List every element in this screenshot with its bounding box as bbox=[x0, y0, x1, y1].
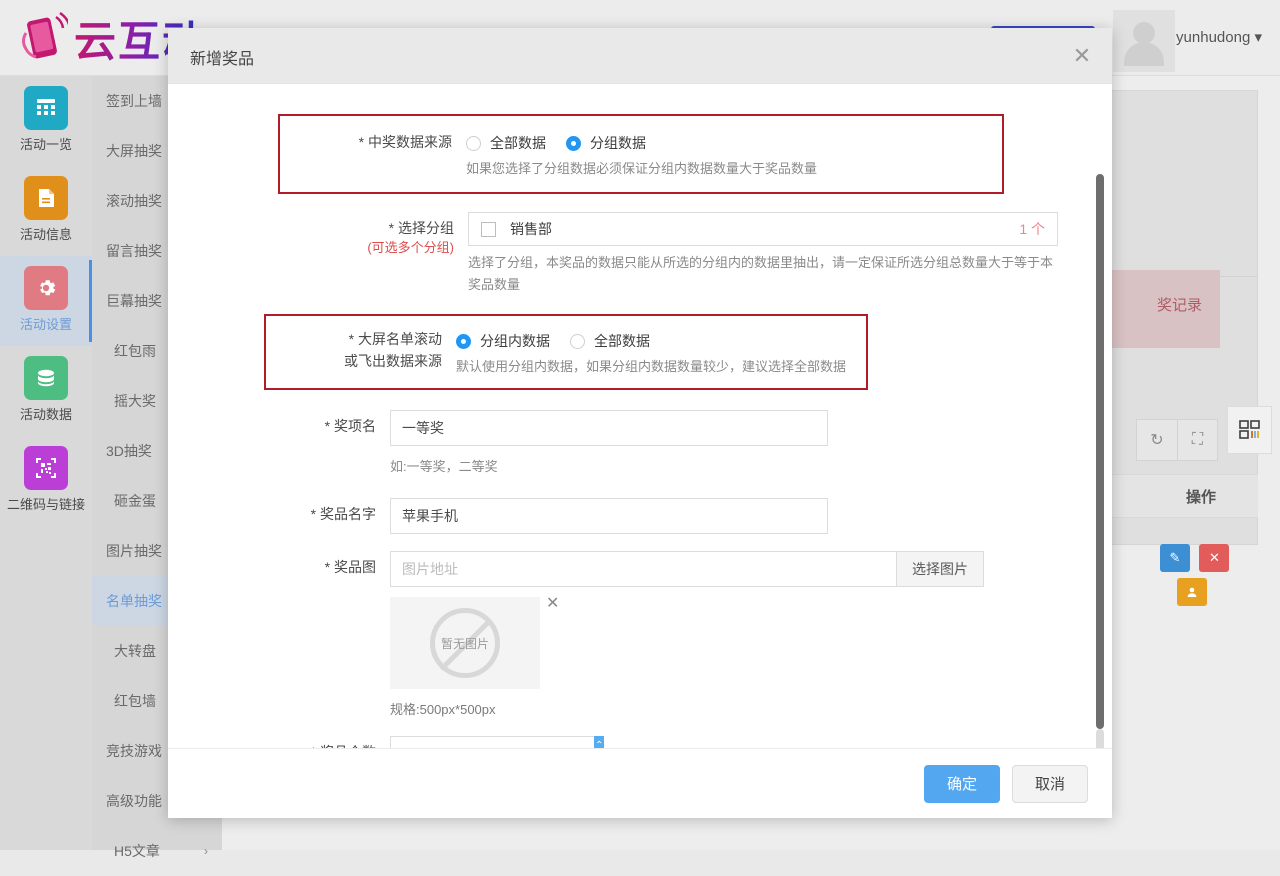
prize-image-spec: 规格:500px*500px bbox=[390, 699, 1112, 718]
sidebar-item-activity-settings[interactable]: 活动设置 bbox=[0, 256, 92, 346]
table-row-actions: ✎ ✕ bbox=[1160, 544, 1240, 606]
avatar-head-shape bbox=[1133, 22, 1155, 44]
document-icon bbox=[24, 176, 68, 220]
avatar-body-shape bbox=[1124, 42, 1164, 66]
primary-sidebar: 活动一览 活动信息 活动设置 活动数据 二维码与链接 bbox=[0, 76, 92, 850]
radio-group-data[interactable]: 分组数据 bbox=[566, 133, 646, 153]
remove-image-icon[interactable]: ✕ bbox=[546, 593, 559, 613]
dialog-title: 新增奖品 bbox=[190, 45, 254, 69]
select-group-hint: 选择了分组，本奖品的数据只能从所选的分组内的数据里抽出，请一定保证所选分组总数量… bbox=[468, 252, 1060, 296]
chevron-right-icon: › bbox=[204, 826, 208, 876]
winning-data-source-highlight: * 中奖数据来源 全部数据 分组数据 bbox=[278, 114, 1004, 194]
screen-source-label-line2: 或飞出数据来源 bbox=[344, 353, 442, 369]
group-name: 销售部 bbox=[510, 219, 552, 239]
refresh-icon[interactable]: ↻ bbox=[1137, 420, 1177, 460]
sidebar-label: 活动设置 bbox=[20, 314, 72, 333]
winning-data-source-radios: 全部数据 分组数据 bbox=[466, 128, 1002, 158]
radio-in-group-data[interactable]: 分组内数据 bbox=[456, 331, 550, 351]
prize-image-label: * 奖品图 bbox=[168, 551, 390, 718]
radio-indicator bbox=[456, 334, 471, 349]
group-select-box[interactable]: 销售部 1 个 bbox=[468, 212, 1058, 246]
dialog-footer: 确定 取消 bbox=[168, 748, 1112, 818]
sidebar-item-activity-list[interactable]: 活动一览 bbox=[0, 76, 92, 166]
prize-count-label: * 奖品个数 bbox=[168, 736, 390, 748]
confirm-button[interactable]: 确定 bbox=[924, 765, 1000, 803]
group-checkbox[interactable] bbox=[481, 222, 496, 237]
delete-icon-button[interactable]: ✕ bbox=[1199, 544, 1229, 572]
close-icon[interactable]: ✕ bbox=[1068, 42, 1096, 70]
radio-all-data-screen[interactable]: 全部数据 bbox=[570, 331, 650, 351]
group-count-badge: 1 个 bbox=[1019, 219, 1045, 239]
no-image-text: 暂无图片 bbox=[441, 635, 489, 652]
choose-image-button[interactable]: 选择图片 bbox=[896, 551, 984, 587]
prize-image-url-row: 选择图片 bbox=[390, 551, 984, 587]
prize-image-url-input[interactable] bbox=[390, 551, 896, 587]
phone-in-hand-icon bbox=[16, 11, 68, 67]
person-icon bbox=[1186, 586, 1198, 598]
lottery-record-label: 奖记录 bbox=[1157, 294, 1202, 315]
sidebar-label: 活动信息 bbox=[20, 224, 72, 243]
username-label: yunhudong bbox=[1176, 29, 1250, 46]
prize-count-input[interactable] bbox=[390, 736, 594, 748]
stepper-buttons: ⌃ ⌄ bbox=[594, 736, 604, 748]
prize-name-label: * 奖品名字 bbox=[168, 498, 390, 534]
app-root: 云互动 yunhudong ▾ 活动一览 活动信息 bbox=[0, 0, 1280, 850]
column-settings-popover[interactable] bbox=[1227, 406, 1272, 454]
radio-label: 全部数据 bbox=[594, 331, 650, 351]
sidebar-item-activity-info[interactable]: 活动信息 bbox=[0, 166, 92, 256]
dialog-header: 新增奖品 ✕ bbox=[168, 28, 1112, 84]
fullscreen-icon[interactable]: ⛶ bbox=[1177, 420, 1217, 460]
grid-icon bbox=[24, 86, 68, 130]
dialog-body: * 中奖数据来源 全部数据 分组数据 bbox=[168, 84, 1112, 748]
radio-indicator bbox=[570, 334, 585, 349]
screen-source-radios: 分组内数据 全部数据 bbox=[456, 326, 866, 356]
award-name-hint: 如:一等奖，二等奖 bbox=[390, 456, 990, 478]
sidebar-label: 二维码与链接 bbox=[7, 494, 85, 513]
radio-label: 分组内数据 bbox=[480, 331, 550, 351]
award-name-input[interactable] bbox=[390, 410, 828, 446]
add-prize-dialog: 新增奖品 ✕ * 中奖数据来源 全部数据 bbox=[168, 28, 1112, 818]
select-group-sublabel: (可选多个分组) bbox=[168, 238, 454, 258]
submenu-label: H5文章 bbox=[114, 843, 160, 859]
dialog-scrollbar-thumb[interactable] bbox=[1096, 174, 1104, 729]
sidebar-label: 活动一览 bbox=[20, 134, 72, 153]
sidebar-label: 活动数据 bbox=[20, 404, 72, 423]
screen-source-hint: 默认使用分组内数据，如果分组内数据数量较少，建议选择全部数据 bbox=[456, 356, 866, 378]
edit-icon-button[interactable]: ✎ bbox=[1160, 544, 1190, 572]
user-icon-button[interactable] bbox=[1177, 578, 1207, 606]
radio-label: 全部数据 bbox=[490, 133, 546, 153]
grid-layout-icon bbox=[1238, 418, 1262, 442]
submenu-item-h5-article[interactable]: › H5文章 bbox=[92, 826, 222, 876]
gear-icon bbox=[24, 266, 68, 310]
table-toolbar: ↻ ⛶ bbox=[1136, 419, 1218, 461]
user-menu[interactable]: yunhudong ▾ bbox=[1176, 28, 1262, 46]
avatar[interactable] bbox=[1113, 10, 1175, 72]
table-header-operation: 操作 bbox=[1186, 486, 1216, 507]
prize-image-thumbnail: 暂无图片 bbox=[390, 597, 540, 689]
no-image-icon: 暂无图片 bbox=[430, 608, 500, 678]
radio-label: 分组数据 bbox=[590, 133, 646, 153]
sidebar-item-activity-data[interactable]: 活动数据 bbox=[0, 346, 92, 436]
prize-name-input[interactable] bbox=[390, 498, 828, 534]
winning-data-source-label: * 中奖数据来源 bbox=[359, 134, 452, 150]
stepper-up-icon[interactable]: ⌃ bbox=[595, 737, 603, 748]
screen-data-source-highlight: * 大屏名单滚动 或飞出数据来源 分组内数据 bbox=[264, 314, 868, 390]
dialog-scrollbar-track[interactable] bbox=[1096, 729, 1104, 748]
winning-data-source-hint: 如果您选择了分组数据必须保证分组内数据数量大于奖品数量 bbox=[466, 158, 1002, 180]
chevron-down-icon: ▾ bbox=[1254, 29, 1262, 46]
qrcode-icon bbox=[24, 446, 68, 490]
award-name-label: * 奖项名 bbox=[168, 410, 390, 478]
prize-image-thumbnail-wrap: 暂无图片 ✕ bbox=[390, 597, 544, 689]
radio-all-data[interactable]: 全部数据 bbox=[466, 133, 546, 153]
select-group-label: * 选择分组 bbox=[389, 220, 454, 236]
cancel-button[interactable]: 取消 bbox=[1012, 765, 1088, 803]
sidebar-item-qrcode-link[interactable]: 二维码与链接 bbox=[0, 436, 92, 526]
database-icon bbox=[24, 356, 68, 400]
screen-source-label-line1: * 大屏名单滚动 bbox=[349, 331, 442, 347]
radio-indicator bbox=[566, 136, 581, 151]
prize-count-stepper: ⌃ ⌄ bbox=[390, 736, 576, 748]
radio-indicator bbox=[466, 136, 481, 151]
